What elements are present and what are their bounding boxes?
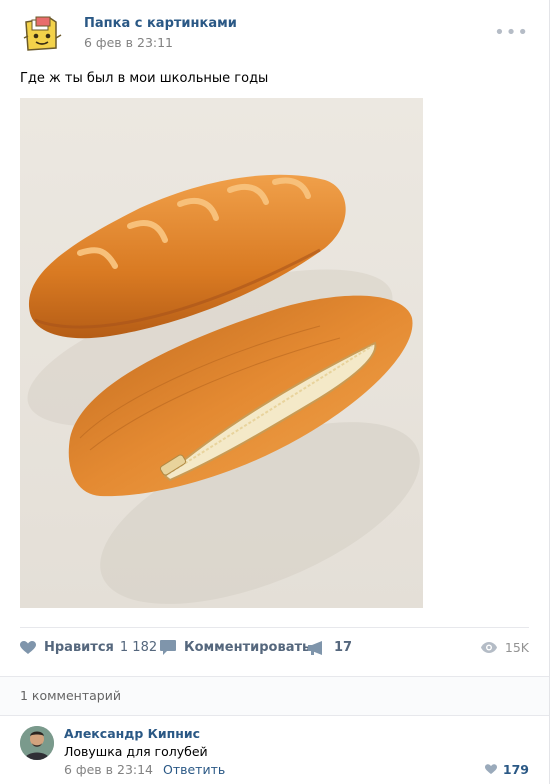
share-button[interactable]: 17 — [308, 640, 352, 655]
post-author[interactable]: Папка с картинками — [84, 16, 237, 31]
views-count: 15K — [504, 640, 529, 655]
post-actions: Нравится 1 182 Комментировать 17 15K — [20, 640, 529, 662]
comment-text: Ловушка для голубей — [64, 744, 208, 759]
share-count: 17 — [334, 640, 353, 655]
reply-button[interactable]: Ответить — [163, 762, 225, 777]
wall-post: Папка с картинками 6 фев в 23:11 ••• Где… — [0, 0, 550, 784]
actions-divider — [20, 627, 529, 628]
comments-count[interactable]: 1 комментарий — [20, 688, 121, 703]
comment-author[interactable]: Александр Кипнис — [64, 726, 200, 741]
megaphone-icon — [308, 640, 322, 655]
bread-pencil-cases-image — [20, 98, 423, 608]
person-photo-icon — [20, 726, 54, 760]
community-avatar[interactable] — [20, 12, 64, 56]
comment-icon — [160, 640, 176, 655]
comment-button[interactable]: Комментировать — [160, 640, 310, 655]
post-menu-icon[interactable]: ••• — [494, 22, 529, 43]
folder-mascot-icon — [20, 12, 64, 56]
comment-meta: 6 фев в 23:14 Ответить — [64, 762, 225, 777]
comment-item: Александр Кипнис Ловушка для голубей 6 ф… — [20, 724, 529, 784]
commenter-avatar[interactable] — [20, 726, 54, 760]
comment-like-button[interactable]: 179 — [484, 762, 529, 777]
heart-icon — [484, 764, 497, 774]
comment-date[interactable]: 6 фев в 23:14 — [64, 762, 153, 777]
comments-header: 1 комментарий — [0, 676, 549, 716]
post-header: Папка с картинками 6 фев в 23:11 ••• — [20, 12, 529, 56]
post-photo[interactable] — [20, 98, 423, 608]
like-count: 1 182 — [119, 640, 158, 655]
views-counter: 15K — [480, 640, 529, 655]
heart-icon — [20, 640, 36, 654]
post-text: Где ж ты был в мои школьные годы — [20, 71, 269, 86]
like-button[interactable]: Нравится 1 182 — [20, 640, 157, 655]
like-label: Нравится — [44, 640, 114, 655]
eye-icon — [480, 642, 497, 653]
comment-label: Комментировать — [184, 640, 311, 655]
post-date[interactable]: 6 фев в 23:11 — [84, 35, 173, 50]
comment-like-count: 179 — [502, 762, 529, 777]
